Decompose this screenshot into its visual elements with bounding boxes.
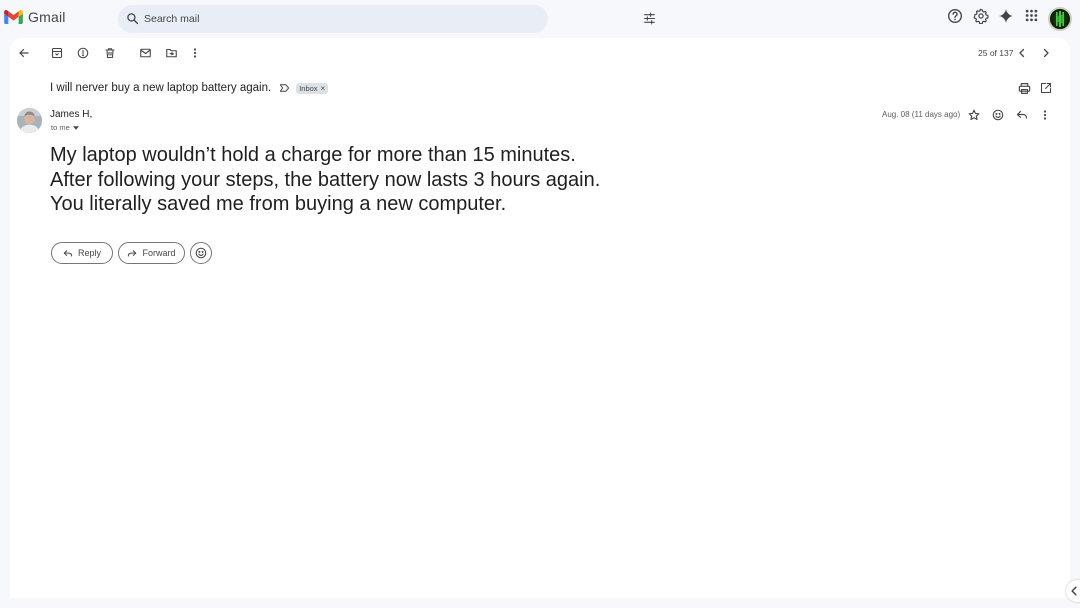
sender-name[interactable]: James H, (50, 109, 92, 120)
pagination-count: 25 of 137 (978, 48, 1014, 58)
chevron-left-icon[interactable] (1016, 47, 1028, 59)
gmail-logo[interactable]: Gmail (4, 9, 66, 25)
report-spam-icon[interactable] (77, 47, 89, 59)
gemini-sparkle-icon[interactable] (998, 8, 1014, 24)
mark-unread-icon[interactable] (139, 47, 152, 59)
apps-grid-icon[interactable] (1024, 8, 1039, 23)
inbox-label-text: Inbox (299, 83, 318, 93)
reply-arrow-icon (63, 249, 73, 258)
remove-label-icon[interactable]: × (321, 84, 326, 93)
email-body: My laptop wouldn’t hold a charge for mor… (50, 143, 750, 217)
add-reaction-icon[interactable] (992, 109, 1004, 121)
more-vert-icon[interactable] (192, 47, 198, 59)
search-input[interactable] (144, 10, 524, 28)
move-to-icon[interactable] (165, 47, 178, 59)
email-body-line: You literally saved me from buying a new… (50, 193, 507, 215)
sender-avatar[interactable] (17, 108, 42, 133)
message-panel: 25 of 137 I will nerver buy a new laptop… (10, 38, 1070, 598)
inbox-label-chip: Inbox × (296, 82, 329, 94)
back-arrow-icon[interactable] (18, 47, 30, 59)
label-important-icon[interactable] (279, 83, 290, 93)
open-in-new-window-icon[interactable] (1040, 82, 1052, 94)
reply-button[interactable]: Reply (51, 242, 113, 264)
search-options-icon[interactable] (643, 12, 656, 25)
gmail-wordmark: Gmail (28, 9, 66, 25)
reply-icon[interactable] (1016, 109, 1028, 121)
search-icon[interactable] (126, 12, 139, 25)
delete-icon[interactable] (104, 47, 116, 59)
side-panel-toggle[interactable] (1066, 580, 1080, 602)
caret-down-icon[interactable] (72, 125, 79, 130)
chevron-left-small-icon (1070, 586, 1078, 596)
email-date: Aug. 08 (11 days ago) (882, 110, 961, 119)
archive-icon[interactable] (51, 47, 63, 59)
emoji-reaction-button[interactable] (190, 242, 212, 264)
subject-row: I will nerver buy a new laptop battery a… (50, 82, 329, 94)
account-avatar[interactable] (1048, 7, 1072, 31)
chevron-right-icon[interactable] (1040, 47, 1052, 59)
reply-button-label: Reply (77, 248, 101, 258)
gmail-m-icon (4, 10, 23, 24)
forward-arrow-icon (127, 249, 137, 258)
recipient-details[interactable]: to me (51, 123, 79, 132)
email-subject: I will nerver buy a new laptop battery a… (50, 82, 272, 94)
help-icon[interactable] (947, 8, 963, 24)
star-icon[interactable] (968, 109, 980, 121)
message-more-vert-icon[interactable] (1042, 109, 1048, 121)
email-body-line: After following your steps, the battery … (50, 168, 601, 191)
top-bar: Gmail (0, 0, 1080, 38)
smiley-icon (195, 247, 207, 259)
email-body-line: My laptop wouldn’t hold a charge for mor… (50, 144, 576, 166)
print-icon[interactable] (1018, 82, 1031, 95)
search-bar[interactable] (118, 5, 655, 33)
recipient-text: to me (51, 123, 70, 132)
forward-button-label: Forward (142, 248, 176, 258)
forward-button[interactable]: Forward (118, 242, 185, 264)
settings-icon[interactable] (973, 8, 989, 24)
